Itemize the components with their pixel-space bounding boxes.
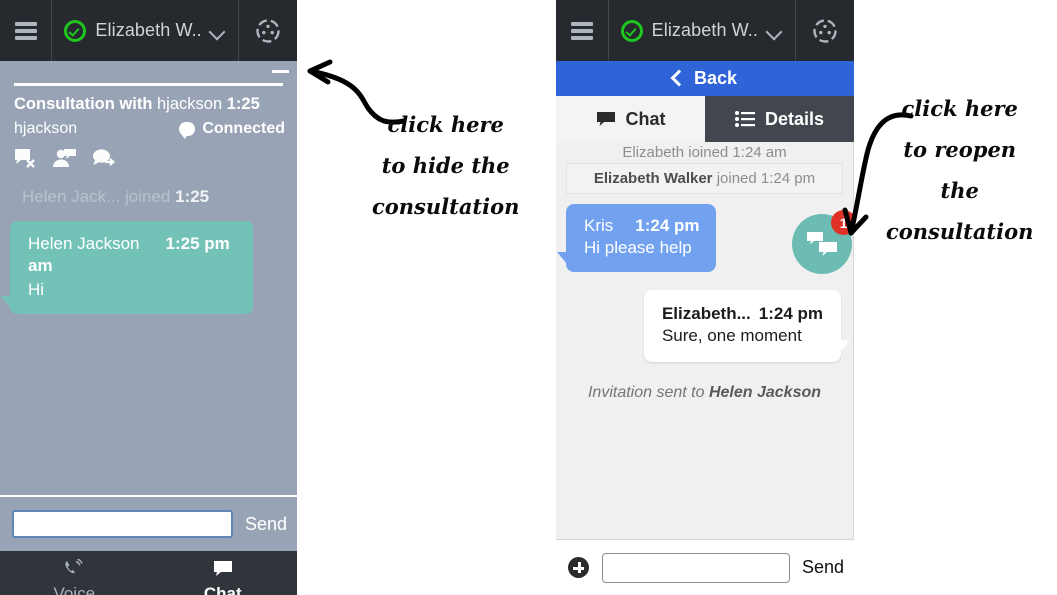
agent-name-label: Elizabeth W...: [651, 20, 759, 40]
message-composer: Send: [556, 539, 854, 595]
annotation-left-line3: consultation: [372, 194, 520, 219]
message-time: 1:24 pm: [758, 304, 823, 323]
message-text: Hi please help: [584, 238, 692, 257]
send-button[interactable]: Send: [802, 557, 844, 578]
agent-options-button[interactable]: [239, 0, 297, 61]
hamburger-menu-button[interactable]: [0, 0, 53, 61]
app-header-bar: Elizabeth W...: [0, 0, 297, 61]
bottom-navigation: Voice Chat: [0, 551, 297, 595]
agent-name-label: Elizabeth W...: [95, 20, 202, 40]
chat-bubble-icon: [213, 561, 232, 576]
app-header-bar: Elizabeth W...: [556, 0, 854, 61]
invitation-name: Helen Jackson: [708, 384, 822, 401]
list-details-icon: [734, 111, 755, 127]
agent-options-icon: [256, 18, 280, 43]
message-sender: Helen Jackson: [28, 234, 140, 253]
chat-message-bubble: Elizabeth... 1:24 pm Sure, one moment: [643, 290, 851, 362]
nav-label-chat: Chat: [203, 584, 242, 595]
message-input[interactable]: [12, 510, 233, 538]
message-input[interactable]: [602, 552, 790, 583]
tab-label-chat: Chat: [625, 108, 666, 129]
annotation-left-line2: to hide the: [381, 153, 510, 178]
nav-label-voice: Voice: [53, 584, 96, 595]
consultation-status-row: hjackson Connected: [0, 114, 297, 139]
consultation-title: Consultation with hjackson 1:25: [0, 86, 297, 114]
connection-status: Connected: [179, 120, 285, 139]
annotation-right-line3: the: [940, 178, 979, 203]
message-sender: Elizabeth...: [661, 304, 751, 323]
back-button[interactable]: Back: [556, 61, 854, 96]
message-meridiem: am: [28, 256, 53, 275]
agent-status-selector[interactable]: Elizabeth W...: [52, 0, 239, 61]
nav-item-chat[interactable]: Chat: [149, 551, 298, 595]
reopen-consultation-button[interactable]: 1: [792, 210, 853, 274]
tab-bar: Chat Details: [556, 96, 854, 142]
agent-options-button[interactable]: [796, 0, 854, 61]
nav-item-voice[interactable]: Voice: [0, 551, 149, 595]
chat-message-bubble: Helen Jackson 1:25 pm am Hi: [1, 221, 253, 314]
consultation-titlebar: [0, 61, 297, 83]
message-time: 1:25 pm: [165, 234, 230, 253]
minimize-consultation-button[interactable]: [272, 70, 289, 73]
consultation-title-party: hjackson: [157, 95, 223, 113]
hamburger-menu-icon: [570, 21, 593, 40]
unread-badge: 1: [831, 210, 853, 235]
system-join-message: Elizabeth Walker joined 1:24 pm: [566, 163, 843, 194]
message-time: 1:24 pm: [635, 216, 700, 235]
end-consultation-icon[interactable]: [14, 148, 38, 173]
system-join-rest: joined 1:24 pm: [716, 170, 816, 187]
back-label: Back: [693, 68, 738, 88]
message-text: Sure, one moment: [661, 326, 802, 345]
status-available-check-icon: [620, 19, 643, 42]
hamburger-menu-icon: [14, 21, 37, 40]
tab-label-details: Details: [764, 108, 825, 129]
message-composer: Send: [0, 495, 297, 551]
hamburger-menu-button[interactable]: [556, 0, 609, 61]
consultation-title-time: 1:25: [226, 95, 260, 113]
annotation-left: click here to hide the consultation: [372, 104, 519, 227]
consultation-actions: [0, 138, 297, 173]
annotation-right: click here to reopen the consultation: [886, 88, 1033, 252]
agent-status-selector[interactable]: Elizabeth W...: [609, 0, 796, 61]
consultation-card: Consultation with hjackson 1:25 hjackson…: [0, 61, 297, 495]
send-button[interactable]: Send: [245, 514, 287, 535]
consultation-title-prefix: Consultation with: [14, 95, 153, 113]
message-sender: Kris: [584, 216, 614, 235]
chat-transcript[interactable]: Elizabeth joined 1:24 am Elizabeth Walke…: [556, 142, 854, 539]
annotation-right-line2: to reopen: [903, 137, 1017, 162]
chat-bubble-icon: [596, 111, 615, 126]
transfer-chat-icon[interactable]: [92, 148, 118, 173]
chevron-left-icon: [670, 69, 688, 86]
status-available-check-icon: [64, 19, 87, 42]
consultation-chat-icon: [807, 232, 837, 256]
system-join-message: Helen Jack... joined 1:25: [0, 173, 297, 207]
connection-status-label: Connected: [202, 120, 285, 137]
message-text: Hi: [28, 280, 45, 299]
system-join-name: Helen Jack...: [22, 187, 121, 206]
annotation-right-line1: click here: [901, 96, 1018, 121]
system-join-name: Elizabeth Walker: [593, 170, 713, 187]
tab-details[interactable]: Details: [705, 96, 854, 142]
plus-circle-icon[interactable]: [568, 557, 589, 578]
annotation-left-line1: click here: [387, 112, 504, 137]
system-message-clipped: Elizabeth joined 1:24 am: [622, 144, 787, 157]
left-screenshot-panel: Elizabeth W... Consultation with hjackso…: [0, 0, 297, 595]
annotation-right-line4: consultation: [886, 219, 1034, 244]
add-participant-icon[interactable]: [52, 148, 78, 173]
chevron-down-icon[interactable]: [208, 22, 226, 40]
phone-icon: [65, 558, 83, 574]
chevron-down-icon[interactable]: [765, 22, 783, 40]
system-join-time: 1:25: [175, 187, 210, 206]
message-list: Helen Jackson 1:25 pm am Hi: [0, 207, 297, 314]
tab-chat[interactable]: Chat: [556, 96, 705, 142]
chat-bubble-icon: [179, 122, 196, 139]
consultation-party-label: hjackson: [14, 120, 78, 137]
system-join-verb: joined: [125, 187, 171, 206]
invitation-prefix: Invitation sent to: [587, 384, 705, 401]
outgoing-message-row: Elizabeth... 1:24 pm Sure, one moment: [556, 272, 853, 362]
agent-options-icon: [813, 18, 837, 43]
invitation-notice: Invitation sent to Helen Jackson: [556, 362, 853, 402]
chat-message-bubble: Kris 1:24 pm Hi please help: [557, 204, 716, 272]
right-screenshot-panel: Elizabeth W... Back Chat Details Elizabe…: [556, 0, 854, 595]
